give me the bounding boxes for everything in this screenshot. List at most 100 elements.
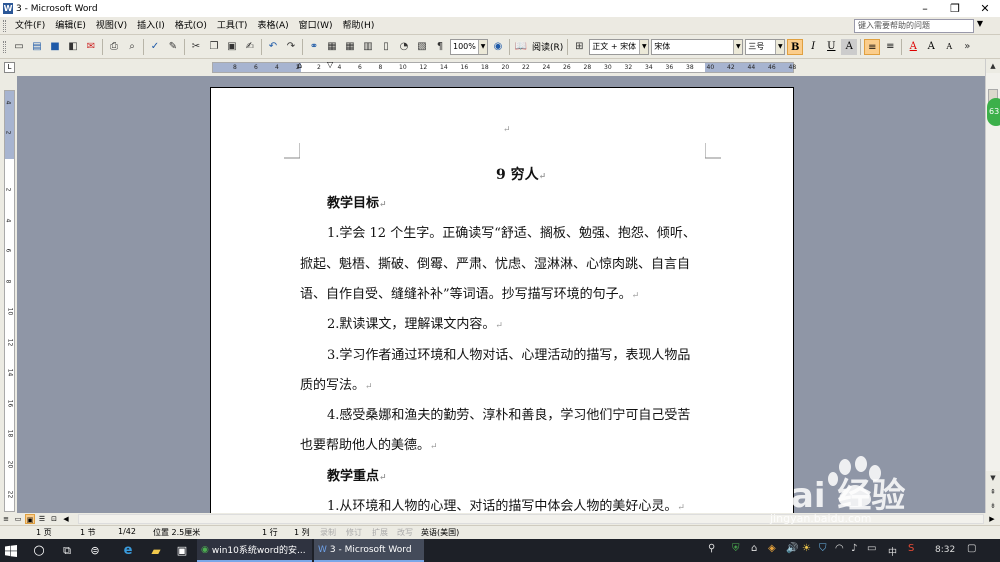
insert-table-icon[interactable]: ▦ (342, 39, 358, 55)
new-document-icon[interactable]: ▭ (11, 39, 27, 55)
body-line[interactable]: 2.默读课文，理解课文内容。↵ (327, 310, 503, 341)
green-float-badge[interactable]: 63 (987, 98, 1000, 126)
help-dropdown-icon[interactable]: ▼ (975, 19, 985, 33)
menu-view[interactable]: 视图(V) (91, 17, 132, 35)
body-line[interactable]: 语、自作自受、缝缝补补”等词语。抄写描写环境的句子。↵ (300, 280, 639, 311)
tab-stop-selector[interactable]: L (4, 62, 15, 73)
body-line[interactable]: 质的写法。↵ (300, 371, 373, 402)
print-icon[interactable]: ⎙ (106, 39, 122, 55)
network-icon[interactable]: ◈ (768, 543, 776, 554)
italic-button[interactable]: I (805, 39, 821, 55)
menu-help[interactable]: 帮助(H) (338, 17, 380, 35)
section-heading[interactable]: 教学重点↵ (327, 462, 387, 493)
body-line[interactable]: 4.感受桑娜和渔夫的勤劳、淳朴和善良，学习他们宁可自己受苦 (327, 401, 690, 432)
clock-time[interactable]: 8:32 (935, 545, 955, 555)
app-store-icon[interactable]: ▣ (171, 539, 193, 562)
body-line[interactable]: 1.从环境和人物的心理、对话的描写中体会人物的美好心灵。↵ (327, 492, 685, 513)
body-line[interactable]: 3.学习作者通过环境和人物对话、心理活动的描写，表现人物品 (327, 341, 690, 372)
web-view-icon[interactable]: ▭ (13, 514, 23, 524)
print-layout-view-icon[interactable]: ▣ (25, 514, 35, 524)
windows-start-icon[interactable] (0, 539, 22, 562)
first-line-indent-icon[interactable]: ▽ (327, 60, 333, 69)
security-shield-icon[interactable]: ⛨ (732, 543, 740, 554)
wifi-icon[interactable]: ◠ (835, 543, 844, 554)
chevron-down-icon[interactable]: ▼ (733, 39, 743, 54)
battery-icon[interactable]: ▭ (867, 543, 876, 554)
vertical-scrollbar[interactable]: ▲ ▼ ⇞ ⇟ (985, 59, 1000, 513)
status-language[interactable]: 英语(美国) (421, 527, 459, 538)
status-overtype[interactable]: 改写 (397, 527, 413, 538)
format-painter-icon[interactable]: ✍ (242, 39, 258, 55)
weather-icon[interactable]: ☀ (802, 543, 811, 554)
zoom-select[interactable]: 100% ▼ (450, 38, 488, 55)
menu-table[interactable]: 表格(A) (252, 17, 293, 35)
task-view-icon[interactable]: ⧉ (56, 539, 78, 562)
menu-insert[interactable]: 插入(I) (132, 17, 170, 35)
research-icon[interactable]: ✎ (165, 39, 181, 55)
outline-view-icon[interactable]: ☰ (37, 514, 47, 524)
email-icon[interactable]: ✉ (83, 39, 99, 55)
grow-font-button[interactable]: A (923, 39, 939, 55)
status-track-changes[interactable]: 修订 (346, 527, 362, 538)
speaker-icon[interactable]: ♪ (851, 543, 857, 554)
vertical-ruler-track[interactable]: 4 2 2 4 6 8 10 12 14 16 18 20 22 (4, 90, 15, 512)
undo-icon[interactable]: ↶ (265, 39, 281, 55)
toolbar-grip[interactable] (3, 40, 6, 53)
scroll-left-icon[interactable]: ◀ (61, 514, 71, 524)
style-select[interactable]: 正文 + 宋体 ▼ (589, 38, 650, 55)
document-page[interactable]: ↵ 9 穷人↵ 教学目标↵ 1.学会 12 个生字。正确读写“舒适、搁板、勉强、抱… (210, 87, 794, 513)
menu-file[interactable]: 文件(F) (10, 17, 50, 35)
chevron-down-icon[interactable]: ▼ (639, 39, 649, 54)
read-icon[interactable]: 📖 (513, 39, 529, 55)
chevron-down-icon[interactable]: ▼ (478, 39, 487, 54)
center-icon[interactable]: ≡ (882, 39, 898, 55)
volume-icon[interactable]: 🔊 (786, 543, 798, 554)
print-preview-icon[interactable]: ⌕ (124, 39, 140, 55)
body-line[interactable]: 也要帮助他人的美德。↵ (300, 431, 438, 462)
shrink-font-button[interactable]: A (941, 39, 957, 55)
edge-icon[interactable]: e (117, 539, 139, 562)
character-shading-button[interactable]: A (841, 38, 858, 55)
menu-edit[interactable]: 编辑(E) (50, 17, 91, 35)
document-title[interactable]: 9 穷人↵ (496, 160, 546, 192)
menu-window[interactable]: 窗口(W) (294, 17, 338, 35)
reading-view-icon[interactable]: ⊡ (49, 514, 59, 524)
cortana-icon[interactable]: ○ (28, 539, 50, 562)
menu-grip[interactable] (3, 19, 6, 32)
spelling-icon[interactable]: ✓ (147, 39, 163, 55)
body-line[interactable]: 1.学会 12 个生字。正确读写“舒适、搁板、勉强、抱怨、倾听、 (327, 219, 696, 250)
paste-icon[interactable]: ▣ (224, 39, 240, 55)
read-button[interactable]: 阅读(R) (530, 40, 565, 53)
indent-marker-icon[interactable]: ⌂ (297, 61, 302, 70)
permission-icon[interactable]: ◧ (65, 39, 81, 55)
store-icon[interactable]: ⊜ (84, 539, 106, 562)
drawing-icon[interactable]: ◔ (396, 39, 412, 55)
file-explorer-icon[interactable]: ▰ (145, 539, 167, 562)
underline-button[interactable]: U (823, 39, 839, 55)
normal-view-icon[interactable]: ≡ (1, 514, 11, 524)
status-record[interactable]: 录制 (320, 527, 336, 538)
ime-indicator[interactable]: 中 (888, 545, 897, 558)
font-color-button[interactable]: A (905, 39, 921, 55)
hyperlink-icon[interactable]: ⚭ (306, 39, 322, 55)
open-icon[interactable]: ▤ (29, 39, 45, 55)
ruler-track[interactable]: 8 6 4 2 2 4 6 8 10 12 14 16 18 20 22 24 26 28 30 32 34 36 38 40… (212, 60, 796, 73)
menu-format[interactable]: 格式(O) (170, 17, 212, 35)
redo-icon[interactable]: ↷ (283, 39, 299, 55)
tables-borders-icon[interactable]: ▦ (324, 39, 340, 55)
align-left-icon[interactable]: ≡ (864, 38, 881, 55)
document-map-icon[interactable]: ▧ (414, 39, 430, 55)
maximize-button[interactable]: ❐ (940, 0, 970, 17)
usb-icon[interactable]: ⌂ (751, 543, 757, 554)
save-icon[interactable]: ■ (47, 39, 63, 55)
font-size-select[interactable]: 三号 ▼ (745, 38, 786, 55)
word-app-icon[interactable]: W (3, 3, 13, 14)
styles-pane-icon[interactable]: ⊞ (571, 39, 587, 55)
taskbar-item-browser[interactable]: ◉ win10系统word的安... (197, 539, 312, 562)
cut-icon[interactable]: ✂ (188, 39, 204, 55)
sogou-icon[interactable]: S (908, 543, 914, 554)
menu-tools[interactable]: 工具(T) (212, 17, 253, 35)
status-extend[interactable]: 扩展 (372, 527, 388, 538)
copy-icon[interactable]: ❐ (206, 39, 222, 55)
scroll-up-icon[interactable]: ▲ (986, 59, 1000, 73)
